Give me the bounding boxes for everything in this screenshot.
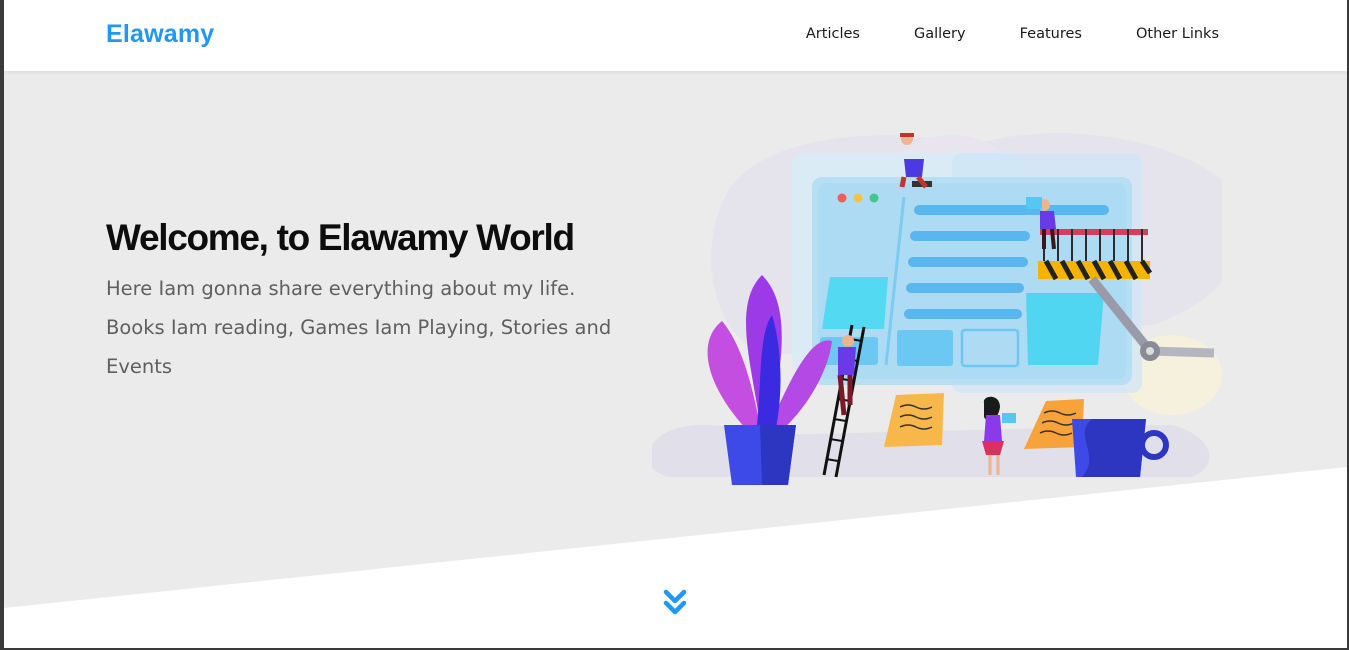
double-chevron-down-icon (663, 589, 687, 615)
hero-title: Welcome, to Elawamy World (106, 217, 575, 258)
scroll-down-button[interactable] (660, 588, 690, 618)
nav-link-gallery[interactable]: Gallery (914, 26, 966, 42)
hero-subtitle: Here Iam gonna share everything about my… (106, 277, 612, 378)
nav-link-other-links[interactable]: Other Links (1136, 26, 1219, 42)
hero-illustration (652, 133, 1222, 485)
nav-link-articles[interactable]: Articles (806, 26, 860, 42)
hero-section: Welcome, to Elawamy World Here Iam gonna… (4, 71, 1347, 648)
site-logo[interactable]: Elawamy (106, 20, 214, 49)
nav-link-features[interactable]: Features (1020, 26, 1082, 42)
site-header: Elawamy Articles Gallery Features Other … (4, 0, 1347, 71)
main-nav: Articles Gallery Features Other Links (752, 26, 1219, 42)
page-frame: Elawamy Articles Gallery Features Other … (4, 0, 1347, 648)
